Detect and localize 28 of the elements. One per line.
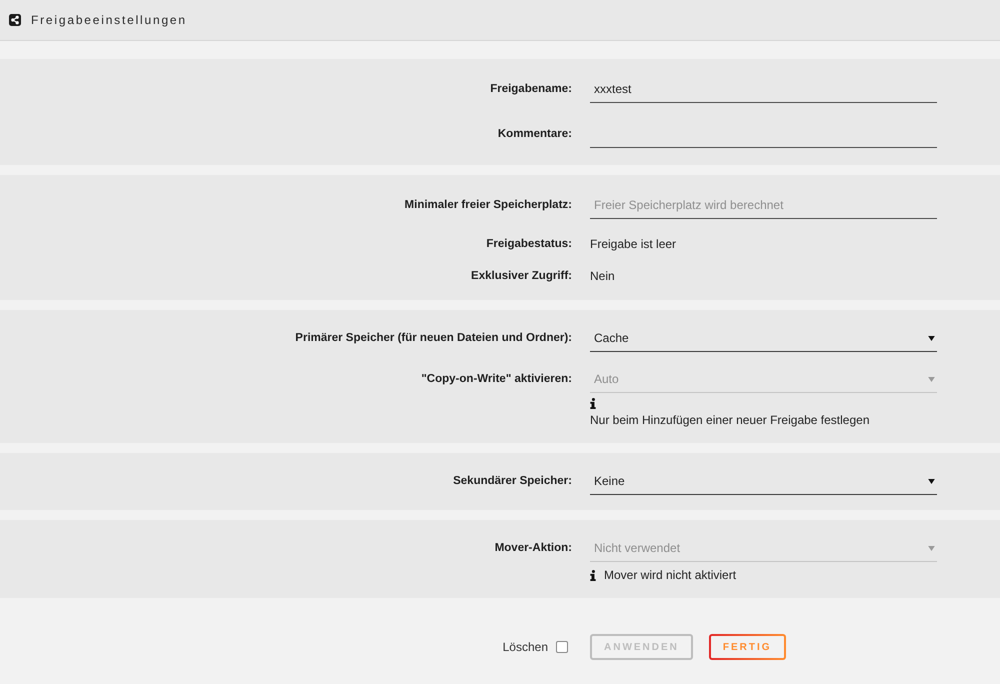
field-label: Freigabestatus: — [485, 237, 572, 252]
field-label: Exklusiver Zugriff: — [470, 269, 572, 284]
field-label: Mover-Aktion: — [494, 541, 572, 556]
field-label: Primärer Speicher (für neuen Dateien und Ordner): — [294, 331, 572, 346]
caret-icon — [928, 478, 935, 484]
field-label: Minimaler freier Speicherplatz: — [404, 198, 572, 213]
hint-text: Nur beim Hinzufügen einer neuer Freigabe festlegen — [590, 412, 870, 428]
field-label: Kommentare: — [496, 127, 572, 142]
info-icon — [590, 398, 596, 409]
text-field[interactable]: Freier Speicherplatz wird berechnet — [590, 192, 937, 219]
field-label: "Copy-on-Write" aktivieren: — [420, 372, 572, 387]
page-title: Freigabeeinstellungen — [31, 13, 187, 27]
checkbox-label: Löschen — [502, 640, 548, 654]
text-field[interactable]: xxxtest — [590, 76, 937, 103]
caret-icon — [928, 546, 935, 550]
checkbox[interactable] — [556, 641, 568, 653]
field-value: Nein — [590, 268, 616, 285]
info-icon — [590, 570, 596, 580]
dropdown[interactable]: Cache — [590, 325, 937, 352]
caret-icon — [928, 376, 935, 382]
field-label: Freigabename: — [489, 82, 572, 97]
field-label: Sekundärer Speicher: — [452, 474, 572, 489]
caret-icon — [928, 336, 935, 340]
hint-text: Mover wird nicht aktiviert — [604, 567, 736, 583]
share-icon — [9, 14, 21, 26]
action-button[interactable]: FERTIG — [708, 634, 786, 660]
dropdown[interactable]: Keine — [590, 468, 937, 495]
field-value: Freigabe ist leer — [590, 236, 678, 253]
